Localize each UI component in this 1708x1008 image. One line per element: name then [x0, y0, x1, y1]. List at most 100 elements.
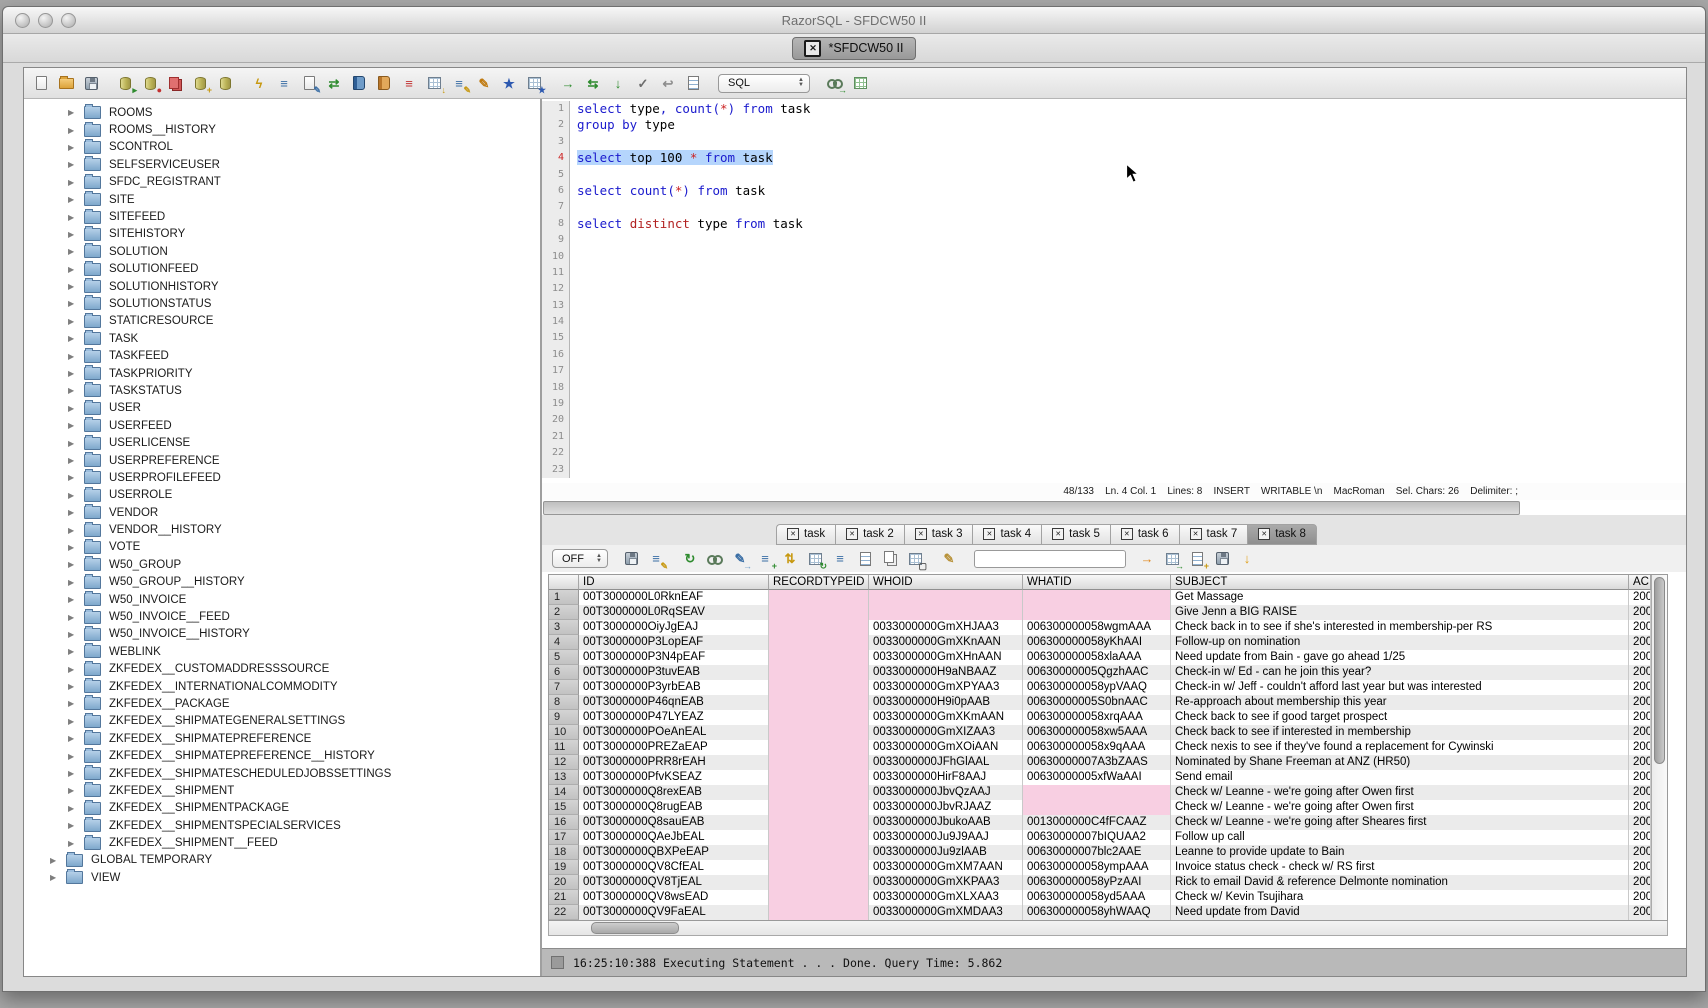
- cell-whoid[interactable]: [869, 590, 1023, 605]
- cell-whatid[interactable]: 006300000058yKhAAI: [1023, 635, 1171, 650]
- tab-close-icon[interactable]: ✕: [1052, 528, 1064, 540]
- filter-sort-icon[interactable]: ≡✎: [647, 550, 665, 568]
- describe-table-icon[interactable]: ≡: [275, 74, 293, 92]
- download-icon[interactable]: ↓: [1238, 550, 1256, 568]
- tree-item-zkfedex-shipmatescheduledjobssettings[interactable]: ▶ZKFEDEX__SHIPMATESCHEDULEDJOBSSETTINGS: [24, 765, 540, 782]
- tree-item-userprofilefeed[interactable]: ▶USERPROFILEFEED: [24, 469, 540, 486]
- disclosure-triangle-icon[interactable]: ▶: [68, 595, 77, 604]
- copy-table-icon[interactable]: ▢: [906, 550, 924, 568]
- disclosure-triangle-icon[interactable]: ▶: [68, 839, 77, 848]
- disclosure-triangle-icon[interactable]: ▶: [68, 543, 77, 552]
- cell-ac[interactable]: 200: [1629, 590, 1651, 605]
- tree-item-scontrol[interactable]: ▶SCONTROL: [24, 139, 540, 156]
- tab-close-icon[interactable]: ✕: [804, 40, 821, 57]
- table-row[interactable]: 500T3000000P3N4pEAF0033000000GmXHnAAN006…: [549, 650, 1651, 665]
- cell-ac[interactable]: 200: [1629, 890, 1651, 905]
- table-row[interactable]: 400T3000000P3LopEAF0033000000GmXKnAAN006…: [549, 635, 1651, 650]
- tree-item-zkfedex-shipment-feed[interactable]: ▶ZKFEDEX__SHIPMENT__FEED: [24, 834, 540, 851]
- cell-row-number[interactable]: 11: [549, 740, 579, 755]
- disclosure-triangle-icon[interactable]: ▶: [68, 630, 77, 639]
- cell-id[interactable]: 00T3000000P3N4pEAF: [579, 650, 769, 665]
- cell-row-number[interactable]: 21: [549, 890, 579, 905]
- disclosure-triangle-icon[interactable]: ▶: [68, 647, 77, 656]
- disclosure-triangle-icon[interactable]: ▶: [68, 317, 77, 326]
- cell-recordtypeid[interactable]: [769, 695, 869, 710]
- disclosure-triangle-icon[interactable]: ▶: [68, 682, 77, 691]
- disclosure-triangle-icon[interactable]: ▶: [68, 491, 77, 500]
- tree-item-vendor-history[interactable]: ▶VENDOR__HISTORY: [24, 521, 540, 538]
- favorites-star-icon[interactable]: ★: [500, 74, 518, 92]
- sort-rows-icon[interactable]: ⇅: [781, 550, 799, 568]
- tree-item-zkfedex-customaddresssource[interactable]: ▶ZKFEDEX__CUSTOMADDRESSSOURCE: [24, 661, 540, 678]
- cell-id[interactable]: 00T3000000PRR8rEAH: [579, 755, 769, 770]
- cell-subject[interactable]: Re-approach about membership this year: [1171, 695, 1629, 710]
- cell-ac[interactable]: 200: [1629, 815, 1651, 830]
- cell-whoid[interactable]: 0033000000JFhGlAAL: [869, 755, 1023, 770]
- cell-subject[interactable]: Check-in w/ Jeff - couldn't afford last …: [1171, 680, 1629, 695]
- save-grid-icon[interactable]: [1213, 550, 1231, 568]
- disclosure-triangle-icon[interactable]: ▶: [68, 195, 77, 204]
- hscroll-thumb[interactable]: [591, 922, 679, 934]
- disclosure-triangle-icon[interactable]: ▶: [68, 769, 77, 778]
- column-header-subject[interactable]: SUBJECT: [1171, 575, 1629, 590]
- cell-id[interactable]: 00T3000000QV8TjEAL: [579, 875, 769, 890]
- cell-ac[interactable]: 200: [1629, 875, 1651, 890]
- table-row[interactable]: 1500T3000000Q8rugEAB0033000000JbvRJAAZCh…: [549, 800, 1651, 815]
- table-row[interactable]: 300T3000000OiyJgEAJ0033000000GmXHJAA3006…: [549, 620, 1651, 635]
- disclosure-triangle-icon[interactable]: ▶: [68, 108, 77, 117]
- cell-whatid[interactable]: 006300000058xw5AAA: [1023, 725, 1171, 740]
- results-tab-task-2[interactable]: ✕task 2: [835, 524, 904, 545]
- cell-ac[interactable]: 200: [1629, 740, 1651, 755]
- cell-id[interactable]: 00T3000000OiyJgEAJ: [579, 620, 769, 635]
- results-tab-task-3[interactable]: ✕task 3: [904, 524, 973, 545]
- disclosure-triangle-icon[interactable]: ▶: [68, 282, 77, 291]
- cell-ac[interactable]: 200: [1629, 755, 1651, 770]
- results-tab-task-7[interactable]: ✕task 7: [1179, 524, 1248, 545]
- cell-recordtypeid[interactable]: [769, 680, 869, 695]
- disclosure-triangle-icon[interactable]: ▶: [68, 247, 77, 256]
- table-row[interactable]: 100T3000000L0RknEAFGet Massage200: [549, 590, 1651, 605]
- cell-row-number[interactable]: 12: [549, 755, 579, 770]
- tree-item-zkfedex-shipmentpackage[interactable]: ▶ZKFEDEX__SHIPMENTPACKAGE: [24, 800, 540, 817]
- cell-recordtypeid[interactable]: [769, 755, 869, 770]
- disclosure-triangle-icon[interactable]: ▶: [68, 752, 77, 761]
- tree-item-zkfedex-shipmategeneralsettings[interactable]: ▶ZKFEDEX__SHIPMATEGENERALSETTINGS: [24, 713, 540, 730]
- cell-subject[interactable]: Give Jenn a BIG RAISE: [1171, 605, 1629, 620]
- form-view-icon[interactable]: [856, 550, 874, 568]
- results-tab-task-5[interactable]: ✕task 5: [1041, 524, 1110, 545]
- insert-row-icon[interactable]: ≡+: [756, 550, 774, 568]
- edit-sql-icon[interactable]: ✎: [475, 74, 493, 92]
- close-window-icon[interactable]: [15, 13, 30, 28]
- cell-id[interactable]: 00T3000000P3tuvEAB: [579, 665, 769, 680]
- cell-whoid[interactable]: 0033000000GmXLXAA3: [869, 890, 1023, 905]
- cell-id[interactable]: 00T3000000QBXPeEAP: [579, 845, 769, 860]
- save-file-icon[interactable]: [82, 74, 100, 92]
- cell-row-number[interactable]: 17: [549, 830, 579, 845]
- tree-item-task[interactable]: ▶TASK: [24, 330, 540, 347]
- table-row[interactable]: 600T3000000P3tuvEAB0033000000H9aNBAAZ006…: [549, 665, 1651, 680]
- cell-whoid[interactable]: 0033000000GmXMDAA3: [869, 905, 1023, 920]
- cell-recordtypeid[interactable]: [769, 800, 869, 815]
- tab-close-icon[interactable]: ✕: [915, 528, 927, 540]
- cell-recordtypeid[interactable]: [769, 710, 869, 725]
- cell-recordtypeid[interactable]: [769, 590, 869, 605]
- cell-subject[interactable]: Check w/ Leanne - we're going after Owen…: [1171, 785, 1629, 800]
- column-header-row-number[interactable]: [549, 575, 579, 590]
- cell-whatid[interactable]: 00630000007blc2AAE: [1023, 845, 1171, 860]
- cell-whatid[interactable]: [1023, 800, 1171, 815]
- cell-whatid[interactable]: 00630000005xfWaAAI: [1023, 770, 1171, 785]
- tree-item-taskstatus[interactable]: ▶TASKSTATUS: [24, 382, 540, 399]
- cell-whoid[interactable]: [869, 605, 1023, 620]
- minimize-window-icon[interactable]: [38, 13, 53, 28]
- cell-recordtypeid[interactable]: [769, 740, 869, 755]
- cell-ac[interactable]: 200: [1629, 710, 1651, 725]
- bookmarks-book-icon[interactable]: [375, 74, 393, 92]
- cell-subject[interactable]: Send email: [1171, 770, 1629, 785]
- disclosure-triangle-icon[interactable]: ▶: [68, 734, 77, 743]
- tree-item-taskfeed[interactable]: ▶TASKFEED: [24, 347, 540, 364]
- disclosure-triangle-icon[interactable]: ▶: [68, 560, 77, 569]
- execute-down-icon[interactable]: ↓: [609, 74, 627, 92]
- cell-row-number[interactable]: 20: [549, 875, 579, 890]
- tree-item-rooms[interactable]: ▶ROOMS: [24, 104, 540, 121]
- table-row[interactable]: 900T3000000P47LYEAZ0033000000GmXKmAAN006…: [549, 710, 1651, 725]
